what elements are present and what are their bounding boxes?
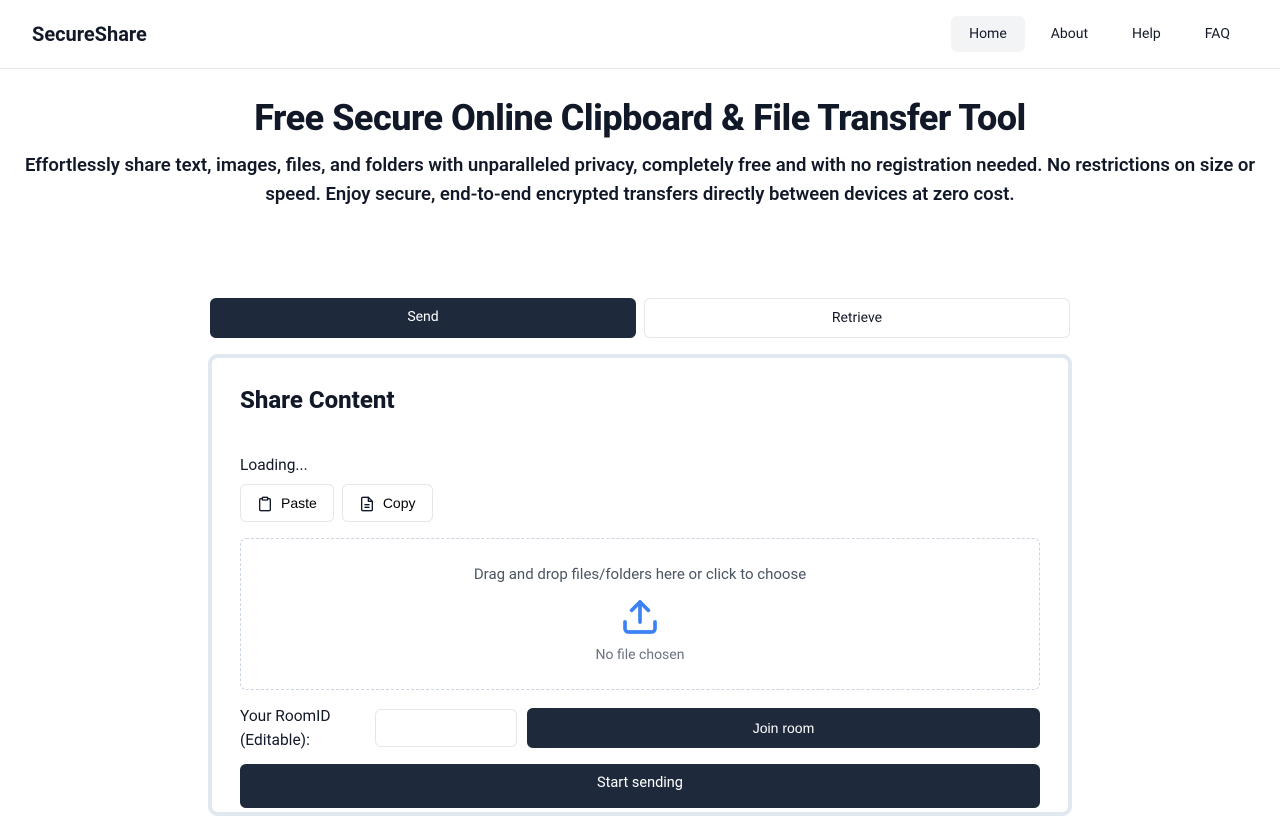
page-subtitle: Effortlessly share text, images, files, … — [16, 151, 1264, 208]
nav-help[interactable]: Help — [1114, 16, 1179, 52]
upload-icon — [257, 597, 1023, 637]
file-dropzone[interactable]: Drag and drop files/folders here or clic… — [240, 538, 1040, 690]
share-card: Share Content Loading... Paste Copy — [216, 362, 1064, 807]
copy-label: Copy — [383, 495, 416, 511]
room-row: Your RoomID (Editable): Join room — [240, 704, 1040, 752]
header: SecureShare Home About Help FAQ — [0, 0, 1280, 69]
status-text: Loading... — [240, 456, 1040, 474]
nav-about[interactable]: About — [1033, 16, 1106, 52]
room-id-label: Your RoomID (Editable): — [240, 704, 365, 752]
tab-send[interactable]: Send — [210, 298, 636, 338]
no-file-text: No file chosen — [257, 647, 1023, 663]
nav-home[interactable]: Home — [951, 16, 1025, 52]
card-container: Share Content Loading... Paste Copy — [0, 354, 1280, 815]
hero: Free Secure Online Clipboard & File Tran… — [0, 69, 1280, 208]
start-sending-button[interactable]: Start sending — [240, 764, 1040, 808]
brand-title[interactable]: SecureShare — [32, 22, 147, 46]
room-id-input[interactable] — [375, 709, 517, 747]
mode-tabs: Send Retrieve — [0, 298, 1280, 338]
card-title: Share Content — [240, 386, 1040, 414]
main-nav: Home About Help FAQ — [951, 16, 1248, 52]
tab-retrieve[interactable]: Retrieve — [644, 298, 1070, 338]
page-title: Free Secure Online Clipboard & File Tran… — [16, 97, 1264, 139]
copy-button[interactable]: Copy — [342, 484, 433, 521]
dropzone-text: Drag and drop files/folders here or clic… — [257, 565, 1023, 583]
join-room-button[interactable]: Join room — [527, 708, 1040, 748]
clipboard-icon — [257, 494, 273, 511]
document-icon — [359, 494, 375, 511]
nav-faq[interactable]: FAQ — [1187, 16, 1248, 52]
card-outer: Share Content Loading... Paste Copy — [208, 354, 1072, 815]
paste-button[interactable]: Paste — [240, 484, 334, 521]
clipboard-buttons: Paste Copy — [240, 484, 1040, 521]
paste-label: Paste — [281, 495, 317, 511]
